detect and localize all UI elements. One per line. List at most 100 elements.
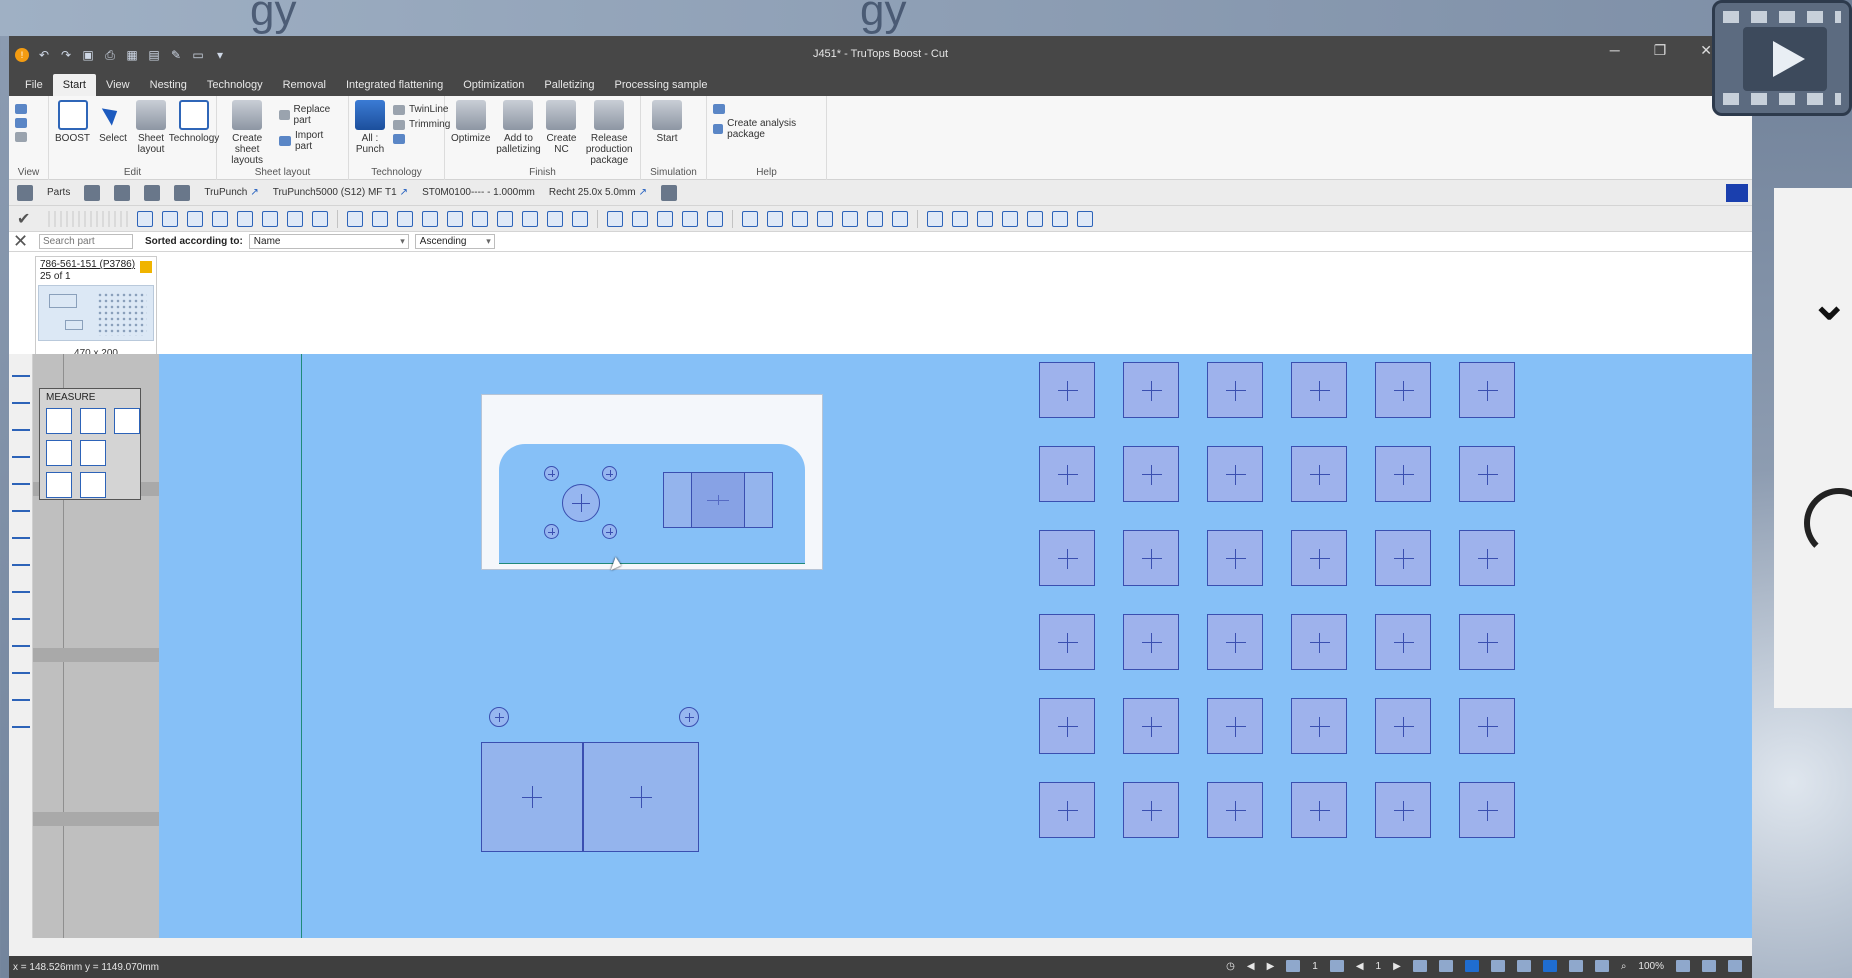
view-list-button[interactable] [15,118,27,128]
sort-order-select[interactable]: Ascending [414,234,495,249]
hole-shape[interactable] [544,524,559,539]
view-mode-icon[interactable] [1568,960,1583,972]
tool-button[interactable] [927,210,943,227]
nested-part[interactable] [1459,698,1515,754]
zoom-fit-icon[interactable] [1676,960,1690,972]
minimize-icon[interactable]: ─ [1610,42,1620,59]
nested-part[interactable] [1291,782,1347,838]
view-mode-icon[interactable] [1516,960,1531,972]
measure-angle-icon[interactable] [12,390,30,404]
measure-angle2-icon[interactable] [12,525,30,539]
tool-button[interactable] [137,210,153,227]
tool-button[interactable] [707,210,723,227]
tool-button[interactable] [1052,210,1068,227]
navigate-icon[interactable] [17,184,33,201]
tool-button[interactable] [422,210,438,227]
tool-button[interactable] [767,210,783,227]
tool-button[interactable] [742,210,758,227]
measure-distance-icon[interactable] [12,363,30,377]
tool-button[interactable] [632,210,648,227]
tool-button[interactable] [607,210,623,227]
menu-view[interactable]: View [96,74,140,96]
tool-button[interactable] [162,210,178,227]
tool-button[interactable] [237,210,253,227]
line-diagonal-icon[interactable] [12,606,30,620]
tool-name[interactable]: Recht 25.0x 5.0mm ↗ [549,187,647,198]
angle-icon[interactable] [12,660,30,674]
create-analysis-package-button[interactable]: Create analysis package [713,118,820,140]
measure-radius-icon[interactable] [12,417,30,431]
circle-icon[interactable] [12,687,30,701]
nested-part[interactable] [1039,446,1095,502]
nested-part[interactable] [1375,446,1431,502]
hole-shape[interactable] [544,466,559,481]
view-mode-active-icon[interactable] [1464,960,1479,972]
tool-button[interactable] [952,210,968,227]
search-part-input[interactable] [39,234,133,249]
nested-part[interactable] [1039,614,1095,670]
menu-nesting[interactable]: Nesting [140,74,197,96]
view-mode-icon[interactable] [1490,960,1505,972]
menu-removal[interactable]: Removal [273,74,336,96]
nested-part[interactable] [1123,782,1179,838]
part-card[interactable]: 786-561-151 (P3786) 25 of 1 470 x 200 [35,256,157,362]
machine-name[interactable]: TruPunch5000 (S12) MF T1 ↗ [273,187,408,198]
tool-button[interactable] [892,210,908,227]
tool-button[interactable] [497,210,513,227]
measure-length-button[interactable] [46,408,72,434]
confirm-check-icon[interactable]: ✔ [17,209,39,229]
nested-part[interactable] [1039,782,1095,838]
tool-button[interactable] [572,210,588,227]
menu-integrated-flattening[interactable]: Integrated flattening [336,74,453,96]
nested-part[interactable] [1039,530,1095,586]
nested-part[interactable] [1375,698,1431,754]
sheet-nav-end-icon[interactable] [1329,960,1344,972]
hole-shape[interactable] [562,484,600,522]
video-player-icon[interactable] [1712,0,1852,116]
nested-part[interactable] [1459,530,1515,586]
nested-part[interactable] [1375,614,1431,670]
nested-part[interactable] [1459,446,1515,502]
view-mode-icon[interactable] [1438,960,1453,972]
tool-button[interactable] [792,210,808,227]
hole-shape[interactable] [602,466,617,481]
tool-button[interactable] [447,210,463,227]
tool-button[interactable] [867,210,883,227]
measure-vertical-button[interactable] [80,440,106,466]
nested-part[interactable] [1123,362,1179,418]
nested-part[interactable] [1207,698,1263,754]
measure-radius-button[interactable] [114,408,140,434]
grid-toggle-icon[interactable] [1542,960,1557,972]
tool-button[interactable] [682,210,698,227]
tool-button[interactable] [187,210,203,227]
material[interactable]: ST0M0100---- - 1.000mm [422,187,535,198]
measure-angle2-button[interactable] [80,472,106,498]
close-icon[interactable]: ✕ [1700,42,1712,59]
tool-button[interactable] [842,210,858,227]
nested-part[interactable] [1207,614,1263,670]
zoom-icon[interactable]: ⌕ [1621,961,1627,972]
measure-horizontal-button[interactable] [46,440,72,466]
nested-part[interactable] [1375,782,1431,838]
prev-page-icon[interactable]: ◀ [1356,961,1364,972]
rect-cutout[interactable] [583,742,699,852]
tool-button[interactable] [262,210,278,227]
tools-icon[interactable] [144,184,161,201]
tool-button[interactable] [977,210,993,227]
view-grid-button[interactable] [15,104,27,114]
arc-icon[interactable] [12,633,30,647]
help-button[interactable] [713,104,820,114]
nested-part[interactable] [1459,614,1515,670]
nested-part[interactable] [1207,446,1263,502]
import-part-button[interactable]: Import part [279,130,342,152]
tool-button[interactable] [1002,210,1018,227]
measure-toggle-icon[interactable] [1702,960,1716,972]
tool-button[interactable] [212,210,228,227]
nested-part[interactable] [1039,362,1095,418]
nested-part[interactable] [1459,362,1515,418]
machine-type[interactable]: TruPunch ↗ [204,187,258,198]
measure-vertical-icon[interactable] [12,471,30,485]
nested-part[interactable] [1207,362,1263,418]
nested-part[interactable] [1375,362,1431,418]
view-mode-icon[interactable] [1412,960,1427,972]
